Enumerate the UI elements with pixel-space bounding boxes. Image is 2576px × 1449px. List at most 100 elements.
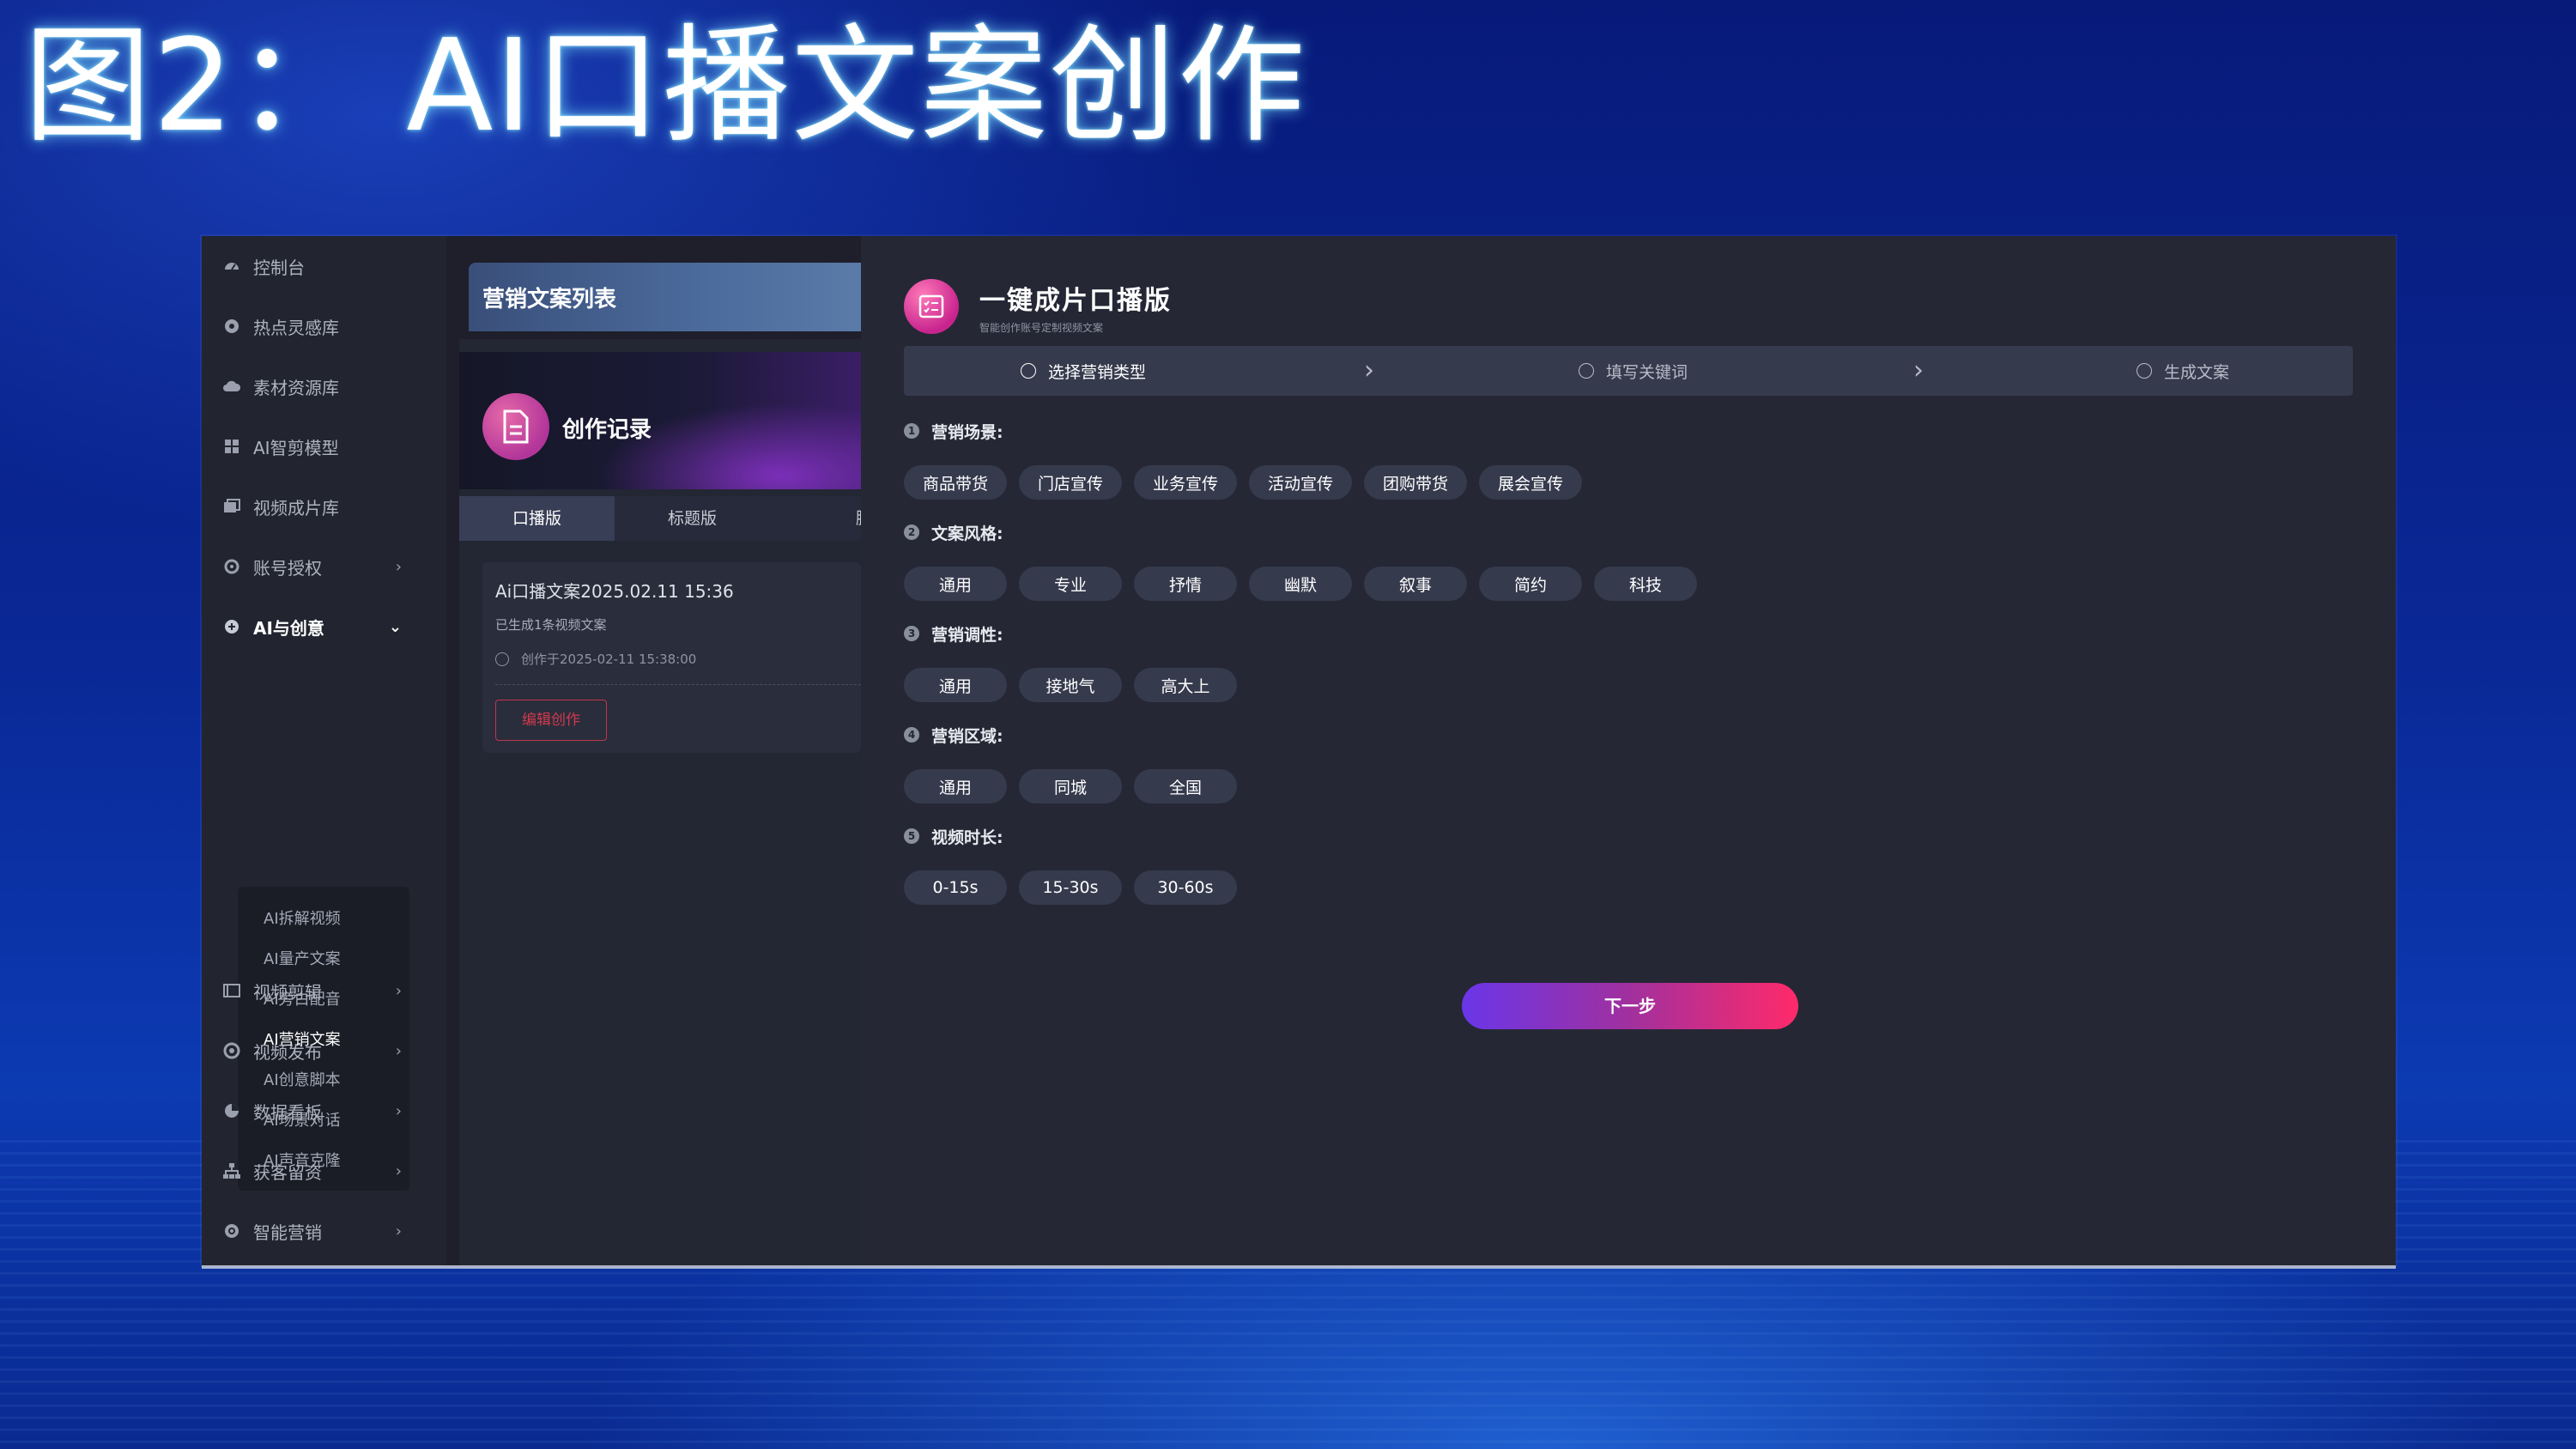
copy-style-options: 通用 专业 抒情 幽默 叙事 简约 科技 — [904, 567, 1697, 601]
list-title: 营销文案列表 — [482, 287, 617, 312]
sidebar-item-dashboard[interactable]: 控制台 — [202, 236, 446, 296]
sidebar-item-data-board[interactable]: 数据看板 › — [202, 1081, 446, 1141]
copy-list-panel: 营销文案列表 创作记录 口播版 标题版 脚本版 Ai口播文案2025.02.11… — [459, 236, 861, 1266]
record-card-time: 创作于2025-02-11 15:38:00 — [495, 650, 696, 668]
sidebar-item-hot-inspiration[interactable]: 热点灵感库 — [202, 296, 446, 356]
section-marketing-region: 4 营销区域: — [904, 724, 1003, 746]
film-icon — [222, 497, 241, 516]
section-label-text: 营销场景: — [931, 422, 1003, 442]
app-window: 控制台 热点灵感库 素材资源库 AI智剪模型 视频成片库 账号授权 › AI与创… — [202, 236, 2396, 1266]
chevron-right-icon: › — [395, 1161, 402, 1180]
brain-icon — [222, 617, 241, 636]
sidebar-item-smart-marketing[interactable]: 智能营销 › — [202, 1201, 446, 1261]
option-chip[interactable]: 活动宣传 — [1249, 465, 1352, 500]
chevron-down-icon: ⌄ — [388, 617, 402, 636]
step-fill-keywords[interactable]: 填写关键词 — [1579, 346, 1688, 396]
sidebar-item-account-auth[interactable]: 账号授权 › — [202, 537, 446, 597]
section-number: 3 — [904, 626, 919, 641]
option-chip[interactable]: 简约 — [1479, 567, 1582, 601]
step-label: 选择营销类型 — [1048, 362, 1147, 382]
tab-oral-version[interactable]: 口播版 — [459, 496, 615, 541]
sidebar-item-material-library[interactable]: 素材资源库 — [202, 356, 446, 416]
tab-title-version[interactable]: 标题版 — [615, 496, 770, 541]
option-chip[interactable]: 同城 — [1019, 769, 1122, 803]
option-chip[interactable]: 15-30s — [1019, 870, 1122, 905]
sidebar-item-ai-cut-model[interactable]: AI智剪模型 — [202, 416, 446, 476]
option-chip[interactable]: 接地气 — [1019, 668, 1122, 702]
step-select-type[interactable]: 选择营销类型 — [1021, 346, 1146, 396]
grid-icon — [222, 437, 241, 456]
option-chip[interactable]: 团购带货 — [1364, 465, 1467, 500]
section-number: 2 — [904, 524, 919, 540]
option-chip[interactable]: 抒情 — [1134, 567, 1237, 601]
sidebar-item-video-edit[interactable]: 视频剪辑 › — [202, 961, 446, 1021]
option-chip[interactable]: 商品带货 — [904, 465, 1007, 500]
sidebar-item-lead-capture[interactable]: 获客留资 › — [202, 1141, 446, 1201]
section-number: 5 — [904, 828, 919, 844]
card-divider — [495, 684, 861, 685]
sidebar-item-label: AI与创意 — [253, 617, 324, 639]
option-chip[interactable]: 科技 — [1594, 567, 1697, 601]
sidebar-item-label: AI智剪模型 — [253, 437, 339, 458]
checklist-icon — [904, 279, 959, 334]
section-marketing-scene: 1 营销场景: — [904, 420, 1003, 442]
option-chip[interactable]: 0-15s — [904, 870, 1007, 905]
step-label: 生成文案 — [2164, 362, 2230, 382]
sidebar-item-label: 获客留资 — [253, 1161, 322, 1183]
chevron-right-icon: › — [395, 1101, 402, 1120]
chevron-right-icon: › — [1913, 355, 1924, 385]
video-duration-options: 0-15s 15-30s 30-60s — [904, 870, 1237, 905]
step-bar: 选择营销类型 › 填写关键词 › 生成文案 — [904, 346, 2353, 396]
option-chip[interactable]: 门店宣传 — [1019, 465, 1122, 500]
record-card-subtitle: 已生成1条视频文案 — [495, 617, 607, 633]
sidebar-item-label: 账号授权 — [253, 557, 322, 579]
creation-record-title: 创作记录 — [562, 417, 652, 443]
sidebar-item-video-publish[interactable]: 视频发布 › — [202, 1021, 446, 1081]
option-chip[interactable]: 通用 — [904, 769, 1007, 803]
sidebar-item-label: 视频剪辑 — [253, 981, 322, 1003]
sidebar-item-label: 视频发布 — [253, 1041, 322, 1063]
creation-record-banner: 创作记录 — [459, 352, 861, 489]
option-chip[interactable]: 展会宣传 — [1479, 465, 1582, 500]
main-subtitle: 智能创作账号定制视频文案 — [979, 322, 1104, 334]
sidebar-item-label: 热点灵感库 — [253, 317, 339, 338]
option-chip[interactable]: 高大上 — [1134, 668, 1237, 702]
chevron-right-icon: › — [395, 981, 402, 1000]
step-label: 填写关键词 — [1606, 362, 1688, 382]
window-bottom-edge — [202, 1265, 2396, 1269]
sidebar-item-label: 视频成片库 — [253, 497, 339, 518]
chevron-right-icon: › — [395, 1222, 402, 1240]
option-chip[interactable]: 专业 — [1019, 567, 1122, 601]
list-header-area: 营销文案列表 — [459, 236, 861, 339]
sidebar-item-ai-creative[interactable]: AI与创意 ⌄ — [202, 597, 446, 657]
step-circle-icon — [1579, 363, 1594, 379]
next-step-button[interactable]: 下一步 — [1462, 983, 1798, 1029]
step-generate-copy[interactable]: 生成文案 — [2137, 346, 2229, 396]
publish-icon — [222, 1041, 241, 1060]
option-chip[interactable]: 幽默 — [1249, 567, 1352, 601]
section-video-duration: 5 视频时长: — [904, 825, 1003, 847]
option-chip[interactable]: 通用 — [904, 668, 1007, 702]
option-chip[interactable]: 业务宣传 — [1134, 465, 1237, 500]
marketing-scene-options: 商品带货 门店宣传 业务宣传 活动宣传 团购带货 展会宣传 — [904, 465, 1582, 500]
step-circle-icon — [2137, 363, 2152, 379]
fire-icon — [222, 317, 241, 336]
edit-creation-button[interactable]: 编辑创作 — [495, 700, 607, 741]
section-number: 1 — [904, 423, 919, 439]
scissors-icon — [222, 981, 241, 1000]
section-copy-style: 2 文案风格: — [904, 521, 1003, 543]
option-chip[interactable]: 叙事 — [1364, 567, 1467, 601]
tab-script-version[interactable]: 脚本版 — [803, 496, 861, 541]
submenu-item-ai-video-breakdown[interactable]: AI拆解视频 — [264, 906, 341, 932]
chevron-right-icon: › — [395, 557, 402, 576]
dashboard-icon — [222, 257, 241, 276]
option-chip[interactable]: 全国 — [1134, 769, 1237, 803]
option-chip[interactable]: 30-60s — [1134, 870, 1237, 905]
option-chip[interactable]: 通用 — [904, 567, 1007, 601]
record-card[interactable]: Ai口播文案2025.02.11 15:36 已生成1条视频文案 创作于2025… — [482, 562, 861, 753]
record-card-time-text: 创作于2025-02-11 15:38:00 — [521, 652, 697, 667]
sidebar-item-label: 控制台 — [253, 257, 305, 278]
chevron-right-icon: › — [1364, 355, 1374, 385]
clock-icon — [495, 652, 509, 666]
sidebar-item-video-library[interactable]: 视频成片库 — [202, 476, 446, 537]
